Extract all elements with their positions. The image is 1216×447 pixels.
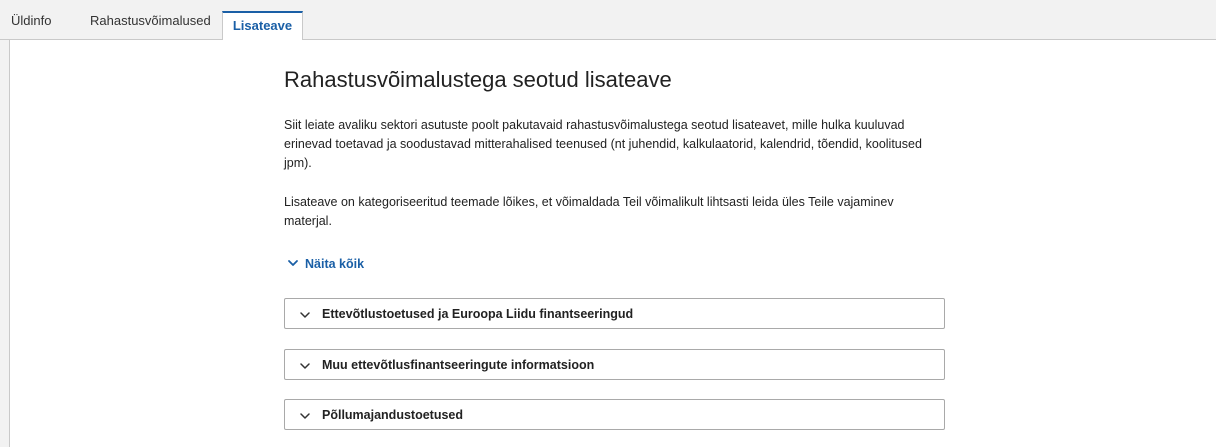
show-all-button[interactable]: Näita kõik <box>287 255 364 274</box>
accordion-muu-ettevotlusfinantseeringud[interactable]: Muu ettevõtlusfinantseeringute informats… <box>284 349 945 380</box>
tab-content-panel <box>9 40 1216 447</box>
intro-paragraph: Siit leiate avaliku sektori asutuste poo… <box>284 118 922 170</box>
tab-lisateave[interactable]: Lisateave <box>222 11 303 41</box>
accordion-ettevotlustoetused[interactable]: Ettevõtlustoetused ja Euroopa Liidu fina… <box>284 298 945 329</box>
show-all-label: Näita kõik <box>305 257 365 271</box>
chevron-down-icon <box>299 409 311 421</box>
chevron-down-icon <box>299 308 311 320</box>
accordion-label: Põllumajandustoetused <box>322 408 463 422</box>
page-title: Rahastusvõimalustega seotud lisateave <box>284 67 672 92</box>
category-paragraph: Lisateave on kategoriseeritud teemade lõ… <box>284 195 894 228</box>
tab-rahastusvoimalused[interactable]: Rahastusvõimalused <box>90 11 211 40</box>
accordion-label: Muu ettevõtlusfinantseeringute informats… <box>322 358 595 372</box>
tab-bar: Üldinfo Rahastusvõimalused Lisateave <box>0 0 1216 41</box>
accordion-label: Ettevõtlustoetused ja Euroopa Liidu fina… <box>322 307 634 321</box>
chevron-down-icon <box>299 359 311 371</box>
tab-uldinfo[interactable]: Üldinfo <box>11 11 51 40</box>
chevron-down-icon <box>287 256 301 274</box>
accordion-pollumajandustoetused[interactable]: Põllumajandustoetused <box>284 399 945 430</box>
